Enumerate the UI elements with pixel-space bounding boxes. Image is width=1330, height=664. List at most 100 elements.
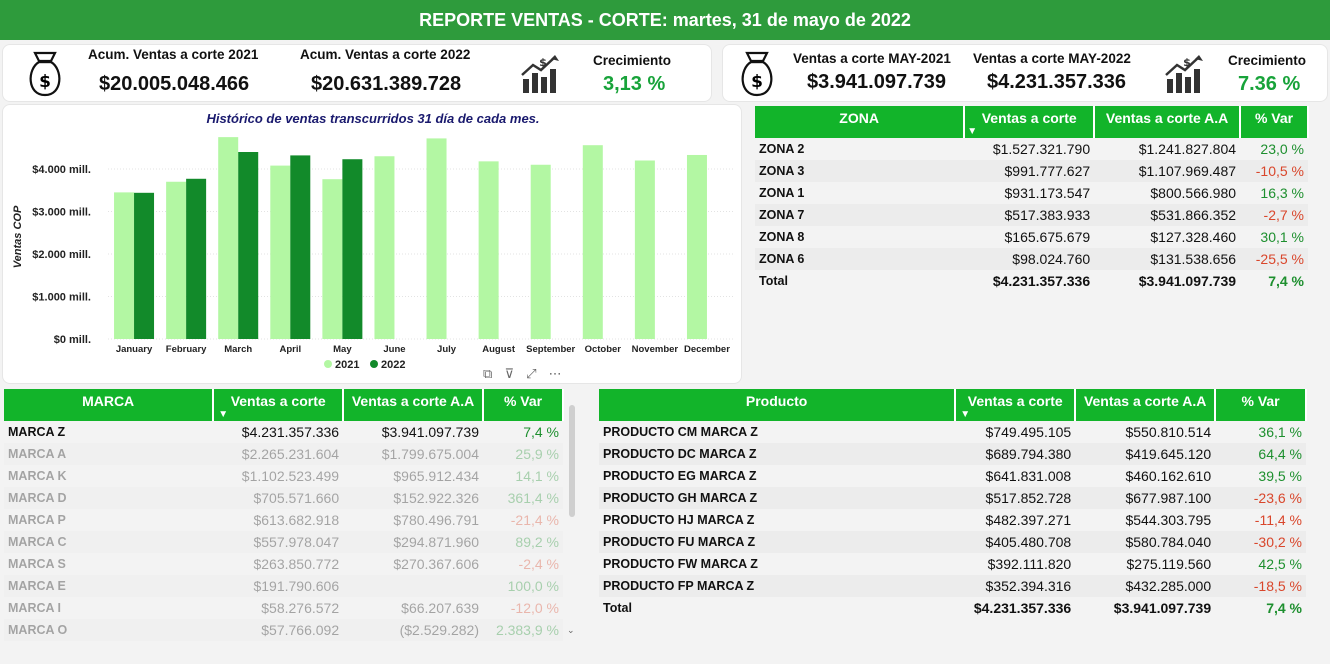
bar-2021-january [114,192,135,339]
table-row[interactable]: ZONA 2 $1.527.321.790 $1.241.827.804 23,0 % [755,138,1308,160]
x-tick-label: March [224,344,252,355]
table-row[interactable]: MARCA A $2.265.231.604 $1.799.675.004 25,9 … [4,443,563,465]
table-row[interactable]: ZONA 7 $517.383.933 $531.866.352 -2,7 % [755,204,1308,226]
row-var: 23,0 % [1260,141,1304,157]
bar-2022-february [186,178,207,339]
table-row[interactable]: PRODUCTO FP MARCA Z $352.394.316 $432.285.… [599,575,1306,597]
kpi-label-may-2022: Ventas a corte MAY-2022 [973,51,1131,66]
row-sales-aa: $275.119.560 [1126,556,1212,572]
producto-header-var[interactable]: % Var [1215,389,1307,421]
marca-table: MARCA Ventas a corte ▼ Ventas a corte A.A… [4,389,564,641]
row-sales-aa: $294.871.960 [343,531,484,553]
scroll-down-icon[interactable]: ⌄ [567,626,575,636]
sort-desc-icon[interactable]: ▼ [218,409,228,420]
row-name: ZONA 3 [755,160,965,182]
row-sales-aa: $419.645.120 [1075,443,1216,465]
legend-label-2021: 2021 [335,359,359,371]
row-name: MARCA I [8,601,62,615]
table-row[interactable]: ZONA 6 $98.024.760 $131.538.656 -25,5 % [755,248,1308,270]
svg-text:$: $ [1183,56,1191,69]
table-row[interactable]: MARCA O $57.766.092 ($2.529.282) 2.383,9 % [4,619,563,641]
kpi-growth-label: Crecimiento [593,53,672,68]
bar-2021-april [270,165,291,339]
bar-2021-december [686,154,707,339]
row-sales-aa [343,575,484,597]
legend-label-2022: 2022 [381,359,405,371]
row-var: 14,1 % [515,468,559,484]
zona-header-sales-aa[interactable]: Ventas a corte A.A [1094,106,1242,138]
bar-2022-may [342,159,363,339]
row-sales: $1.527.321.790 [992,141,1091,157]
row-sales-aa: $127.328.460 [1150,229,1237,245]
zona-header-var[interactable]: % Var [1240,106,1309,138]
table-row[interactable]: MARCA P $613.682.918 $780.496.791 -21,4 % [4,509,563,531]
marca-header-sales[interactable]: Ventas a corte ▼ [213,389,345,421]
bar-2021-august [478,161,499,339]
table-row[interactable]: PRODUCTO DC MARCA Z $689.794.380 $419.645.… [599,443,1306,465]
row-var: 2.383,9 % [483,619,563,641]
legend-swatch-2021 [324,360,332,368]
table-row[interactable]: ZONA 8 $165.675.679 $127.328.460 30,1 % [755,226,1308,248]
table-row[interactable]: PRODUCTO CM MARCA Z $749.495.105 $550.810.… [599,421,1306,443]
row-sales-aa: $677.987.100 [1075,487,1216,509]
table-row[interactable]: PRODUCTO FU MARCA Z $405.480.708 $580.784.… [599,531,1306,553]
y-tick-label: $2.000 mill. [32,249,91,261]
filter-icon[interactable]: ⊽ [504,367,514,382]
table-row[interactable]: PRODUCTO GH MARCA Z $517.852.728 $677.987.… [599,487,1306,509]
sort-desc-icon[interactable]: ▼ [967,126,977,137]
table-row[interactable]: ZONA 1 $931.173.547 $800.566.980 16,3 % [755,182,1308,204]
kpi-value-2022: $20.631.389.728 [311,73,462,95]
row-var: -10,5 % [1240,160,1308,182]
marca-header-var[interactable]: % Var [483,389,564,421]
table-row[interactable]: ZONA 3 $991.777.627 $1.107.969.487 -10,5 % [755,160,1308,182]
row-var: 64,4 % [1215,443,1306,465]
focus-mode-icon[interactable]: ⤢ [526,367,536,382]
producto-header-sales[interactable]: Ventas a corte ▼ [955,389,1077,421]
producto-header-sales-aa[interactable]: Ventas a corte A.A [1075,389,1217,421]
marca-scrollbar[interactable] [569,405,575,517]
x-tick-label: October [585,344,622,355]
table-row[interactable]: MARCA S $263.850.772 $270.367.606 -2,4 % [4,553,563,575]
row-var: 39,5 % [1258,468,1302,484]
chart-panel: Histórico de ventas transcurridos 31 día… [2,104,742,384]
total-row: Total $4.231.357.336 $3.941.097.739 7,4 % [599,597,1306,619]
row-name: ZONA 6 [755,248,965,270]
y-tick-label: $3.000 mill. [32,207,91,219]
kpi-value-2021: $20.005.048.466 [99,73,250,95]
total-row: Total $4.231.357.336 $3.941.097.739 7,4 % [755,270,1308,292]
svg-text:$: $ [39,72,51,92]
table-row[interactable]: PRODUCTO HJ MARCA Z $482.397.271 $544.303.… [599,509,1306,531]
table-row[interactable]: PRODUCTO EG MARCA Z $641.831.008 $460.162.… [599,465,1306,487]
table-row[interactable]: MARCA C $557.978.047 $294.871.960 89,2 % [4,531,563,553]
x-tick-label: August [482,344,516,355]
producto-header-name[interactable]: Producto [599,389,957,421]
kpi-label-2022: Acum. Ventas a corte 2022 [300,47,471,62]
producto-table: Producto Ventas a corte ▼ Ventas a corte … [599,389,1307,619]
zona-header-name[interactable]: ZONA [755,106,966,138]
growth-chart-icon: $ [521,55,559,93]
kpi-value-may-2021: $3.941.097.739 [807,71,947,93]
row-var: 361,4 % [483,487,563,509]
row-sales-aa: $131.538.656 [1094,248,1241,270]
row-name: MARCA S [8,557,66,571]
row-sales-aa: $3.941.097.739 [381,424,480,440]
table-row[interactable]: PRODUCTO FW MARCA Z $392.111.820 $275.119.… [599,553,1306,575]
table-row[interactable]: MARCA D $705.571.660 $152.922.326 361,4 % [4,487,563,509]
y-tick-label: $1.000 mill. [32,292,91,304]
row-var: 7,4 % [523,424,559,440]
total-aa: $3.941.097.739 [1138,273,1237,289]
copy-icon[interactable]: ⧉ [483,367,492,382]
marca-header-sales-aa[interactable]: Ventas a corte A.A [343,389,485,421]
row-name: PRODUCTO DC MARCA Z [599,443,956,465]
row-var: -25,5 % [1240,248,1308,270]
bar-2022-april [290,155,311,339]
table-row[interactable]: MARCA I $58.276.572 $66.207.639 -12,0 % [4,597,563,619]
row-var: -2,4 % [518,556,559,572]
sort-desc-icon[interactable]: ▼ [960,409,970,420]
marca-header-name[interactable]: MARCA [4,389,215,421]
table-row[interactable]: MARCA E $191.790.606 100,0 % [4,575,563,597]
more-options-icon[interactable]: ⋯ [549,367,562,382]
zona-header-sales[interactable]: Ventas a corte ▼ [964,106,1096,138]
table-row[interactable]: MARCA Z $4.231.357.336 $3.941.097.739 7,4 % [4,421,563,443]
table-row[interactable]: MARCA K $1.102.523.499 $965.912.434 14,1 % [4,465,563,487]
